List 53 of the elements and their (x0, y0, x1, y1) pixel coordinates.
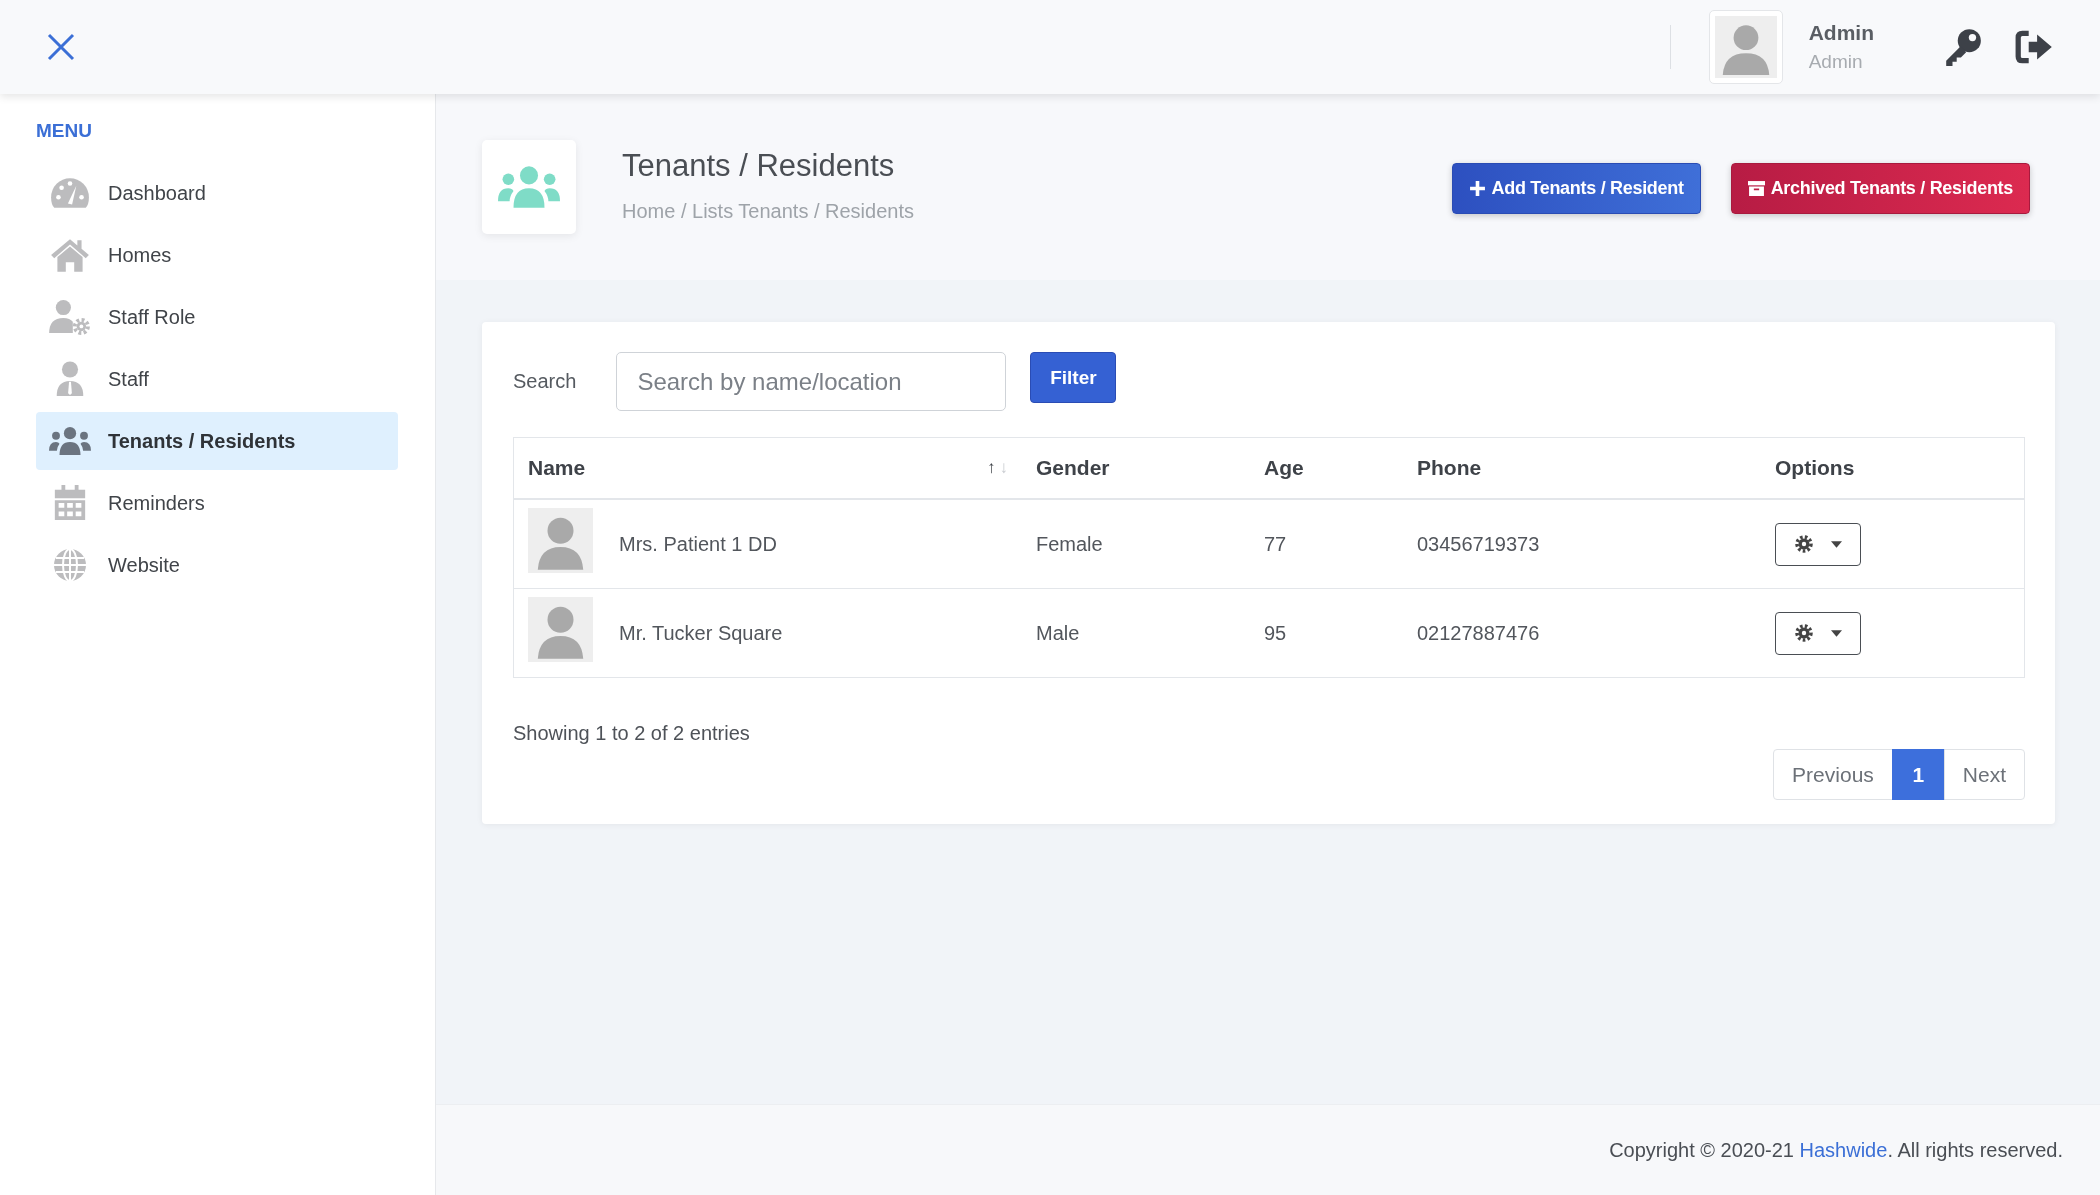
avatar-icon (528, 596, 593, 662)
menu-heading: MENU (36, 120, 93, 142)
options-dropdown[interactable] (1775, 611, 1861, 655)
table-cell: Male (1036, 621, 1080, 644)
page-button[interactable]: 1 (1891, 749, 1945, 800)
archived-button[interactable]: Archived Tenants / Residents (1730, 163, 2030, 214)
column-header[interactable]: Name ↑ ↓ (513, 437, 1022, 499)
user-name: Admin (1808, 21, 1874, 45)
sidebar-item[interactable]: Reminders (36, 474, 398, 532)
column-header[interactable]: Gender (1022, 437, 1250, 499)
sidebar-item[interactable]: Staff (36, 350, 398, 408)
gear-icon (1794, 623, 1815, 643)
company-link[interactable]: Hashwide (1799, 1138, 1888, 1161)
table-cell: Mr. Tucker Square (619, 621, 783, 645)
next-button[interactable]: Next (1943, 749, 2025, 800)
sidebar-item[interactable]: Tenants / Residents (36, 412, 398, 470)
sidebar-item[interactable]: Staff Role (36, 288, 398, 346)
previous-button[interactable]: Previous (1773, 749, 1893, 800)
add-button[interactable]: Add Tenants / Resident (1451, 163, 1701, 214)
box-icon (1747, 180, 1765, 197)
table-cell: Female (1036, 532, 1103, 555)
avatar-icon (528, 507, 593, 573)
user-gear-icon (49, 299, 91, 335)
filter-button[interactable]: Filter (1030, 352, 1117, 403)
column-header[interactable]: Phone (1403, 437, 1761, 499)
sidebar-item[interactable]: Website (36, 536, 398, 594)
close-icon[interactable] (46, 32, 76, 62)
search-label: Search (513, 370, 577, 393)
page-title: Tenants / Residents (622, 148, 896, 184)
sidebar-item[interactable]: Dashboard (36, 164, 398, 222)
plus-icon (1468, 180, 1486, 197)
breadcrumb: Home / Lists Tenants / Residents (622, 200, 914, 223)
table-cell: 03456719373 (1417, 532, 1540, 555)
caret-icon (1830, 629, 1842, 637)
caret-icon (1830, 540, 1842, 548)
gear-icon (1794, 534, 1815, 554)
gauge-icon (49, 175, 91, 211)
table-cell: 02127887476 (1417, 621, 1540, 644)
column-header[interactable]: Options (1761, 437, 2025, 499)
house-icon (49, 237, 91, 273)
sidebar-item[interactable]: Homes (36, 226, 398, 284)
entries-info: Showing 1 to 2 of 2 entries (513, 722, 751, 745)
column-title: Name (528, 456, 586, 480)
copyright-text: Copyright © 2020-21 Hashwide. All rights reserved. (1609, 1138, 2063, 1162)
sort-ascending[interactable]: ↑ (987, 458, 996, 478)
users-icon (498, 165, 560, 209)
options-dropdown[interactable] (1775, 522, 1861, 566)
search-field[interactable]: Search by name/location (616, 352, 1007, 411)
table-cell: 95 (1264, 621, 1287, 644)
column-header[interactable]: Age (1250, 437, 1403, 499)
table-cell: 77 (1264, 532, 1287, 555)
table-cell: Mrs. Patient 1 DD (619, 532, 777, 556)
user-role: Admin (1808, 51, 1864, 73)
